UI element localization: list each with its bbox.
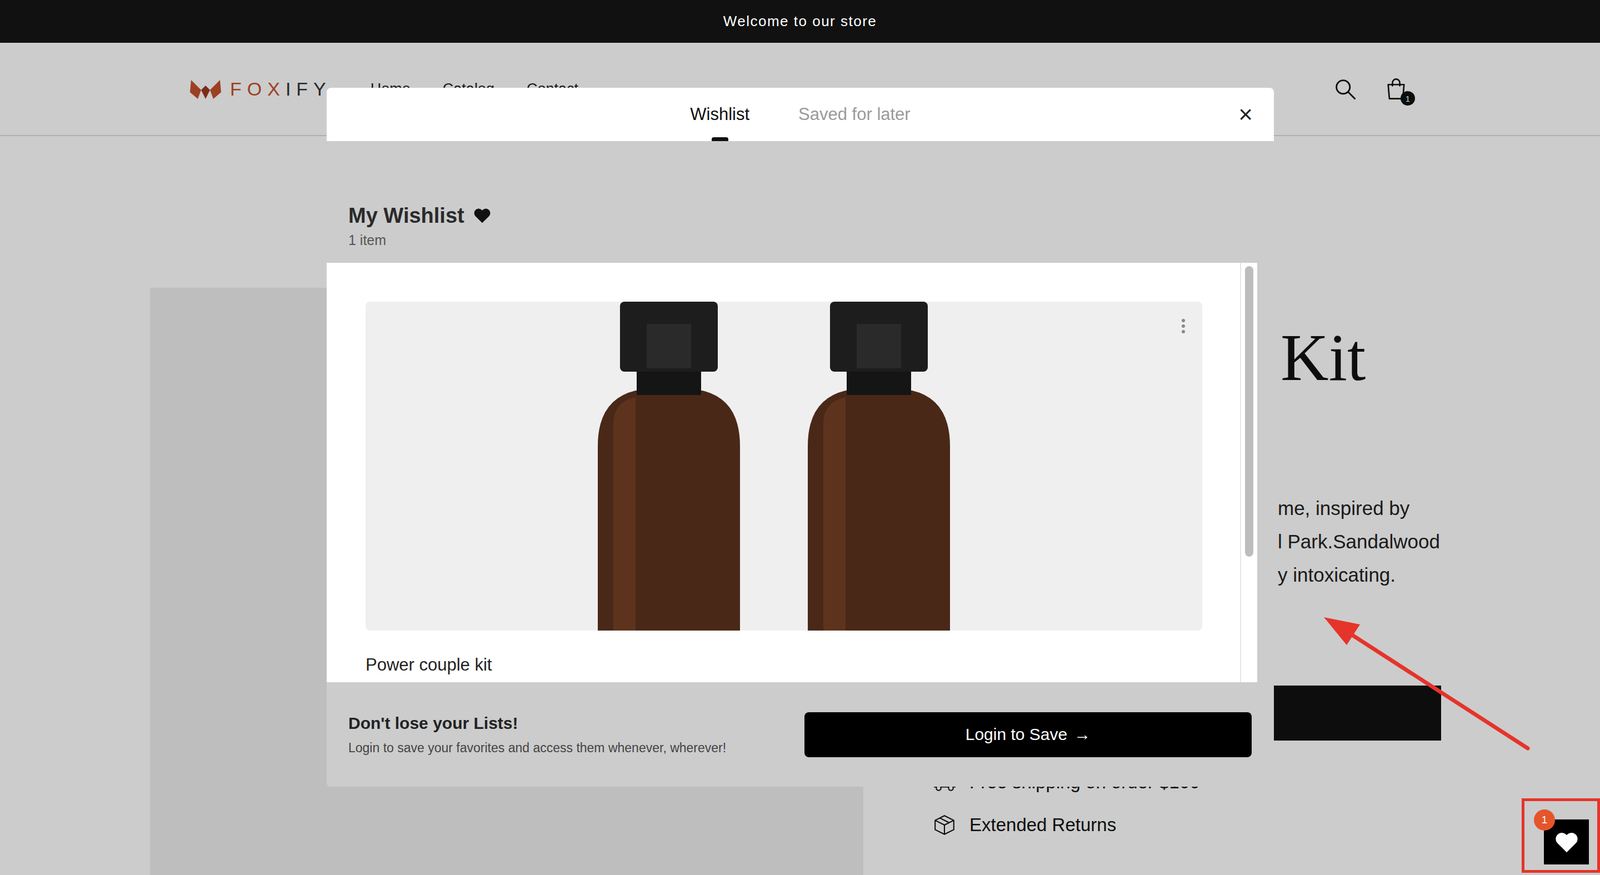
wishlist-card[interactable]: Power couple kit	[365, 301, 1202, 675]
annotation-arrow-icon	[0, 0, 1600, 875]
announcement-bar: Welcome to our store	[0, 0, 1600, 43]
prompt-title: Don't lose your Lists!	[348, 713, 783, 733]
wishlist-items: Power couple kit	[326, 262, 1242, 683]
close-button[interactable]: ×	[1238, 102, 1253, 127]
scrollbar[interactable]	[1241, 262, 1258, 683]
bottles-photo	[365, 301, 1203, 631]
announcement-text: Welcome to our store	[723, 12, 878, 30]
wishlist-header: My Wishlist 1 item	[326, 141, 1274, 263]
store-page: Welcome to our store FOXIFY HomeCatalogC…	[0, 0, 1600, 875]
login-button[interactable]: Login to Save →	[804, 712, 1252, 758]
tab[interactable]: Wishlist	[690, 87, 750, 142]
arrow-icon: →	[1073, 725, 1091, 744]
wishlist-modal: Wishlist Saved for later × My Wishlist 1…	[326, 87, 1274, 787]
heart-icon	[473, 207, 492, 224]
wishlist-body: Power couple kit	[326, 262, 1274, 683]
tab-indicator	[711, 137, 729, 142]
tab[interactable]: Saved for later	[798, 87, 911, 142]
prompt-text: Login to save your favorites and access …	[348, 740, 783, 756]
product-name[interactable]: Power couple kit	[365, 655, 1202, 675]
product-photo	[365, 301, 1203, 631]
heart-icon	[1554, 831, 1579, 854]
scrollbar-thumb[interactable]	[1245, 266, 1254, 557]
modal-tabs: Wishlist Saved for later ×	[326, 87, 1274, 142]
wishlist-title: My Wishlist	[348, 201, 1253, 230]
wishlist-floating-button[interactable]: 1	[1543, 819, 1589, 865]
more-options-icon[interactable]	[1181, 318, 1186, 334]
wishlist-count-badge: 1	[1533, 809, 1555, 831]
login-prompt: Don't lose your Lists! Login to save you…	[326, 682, 1274, 787]
highlight-box	[1521, 798, 1600, 873]
item-count: 1 item	[348, 232, 1253, 249]
